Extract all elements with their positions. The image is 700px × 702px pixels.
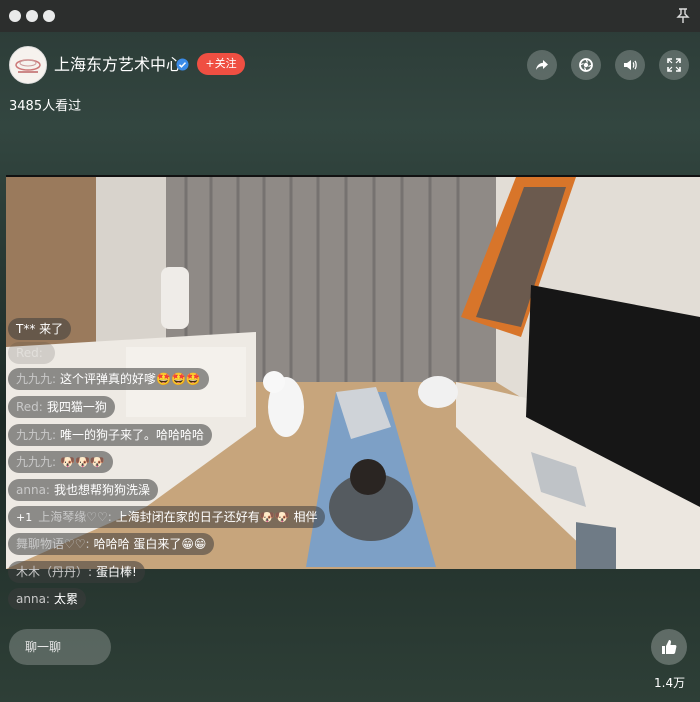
verified-badge-icon (176, 58, 189, 71)
chat-message: T** 来了 (8, 318, 72, 340)
chat-message-text: T** 来了 (16, 322, 64, 336)
chat-username: Red: (16, 400, 43, 414)
chat-message-text: 🐶🐶🐶 (60, 455, 105, 469)
chat-username: 九九九: (16, 372, 57, 386)
like-button[interactable] (651, 629, 687, 665)
chat-message-text: 我四猫一狗 (46, 400, 107, 414)
volume-button[interactable] (615, 50, 645, 80)
chat-username: 九九九: (16, 428, 57, 442)
thumbs-up-icon (662, 640, 677, 654)
share-button[interactable] (527, 50, 557, 80)
chat-message-text: 上海封闭在家的日子还好有🐶🐶 相伴 (115, 510, 318, 524)
chat-message: 九九九: 这个评弹真的好嗲🤩🤩🤩 (8, 368, 209, 390)
chat-message: 九九九: 唯一的狗子来了。哈哈哈哈 (8, 424, 213, 446)
chat-username: 上海琴缘♡♡: (38, 510, 112, 524)
chat-message: Red: 我四猫一狗 (8, 396, 115, 418)
window-titlebar (0, 0, 700, 32)
chat-username: anna: (16, 483, 50, 497)
chat-message: +1 上海琴缘♡♡: 上海封闭在家的日子还好有🐶🐶 相伴 (8, 506, 326, 528)
shutter-button[interactable] (571, 50, 601, 80)
channel-name[interactable]: 上海东方艺术中心 (54, 55, 182, 75)
chat-message-text: 蛋白棒! (96, 565, 137, 579)
chat-message-text: 我也想帮狗狗洗澡 (53, 483, 150, 497)
chat-username: anna: (16, 592, 50, 606)
shutter-icon (579, 58, 593, 72)
speaker-icon (624, 60, 637, 70)
chat-message: anna: 我也想帮狗狗洗澡 (8, 479, 158, 501)
chat-message-scrolling: Red: (8, 342, 55, 364)
zoom-window-dot[interactable] (43, 10, 55, 22)
follow-button[interactable]: +关注 (197, 53, 245, 75)
minimize-window-dot[interactable] (26, 10, 38, 22)
close-window-dot[interactable] (9, 10, 21, 22)
chat-message-text: 哈哈哈 蛋白来了😁😁 (93, 537, 207, 551)
chat-username: 木木（丹丹）: (16, 565, 93, 579)
chat-username: 舞聊物语♡♡: (16, 537, 90, 551)
fullscreen-icon (667, 58, 681, 72)
chat-message-text: 这个评弹真的好嗲🤩🤩🤩 (60, 372, 201, 386)
fullscreen-button[interactable] (659, 50, 689, 80)
chat-message: 木木（丹丹）: 蛋白棒! (8, 561, 145, 583)
pin-icon[interactable] (676, 8, 690, 24)
chat-username: 九九九: (16, 455, 57, 469)
channel-avatar[interactable] (9, 46, 47, 84)
chat-message: anna: 太累 (8, 588, 86, 610)
viewer-count: 3485人看过 (9, 99, 82, 114)
chat-message-text: 太累 (53, 592, 78, 606)
chat-message-text: 唯一的狗子来了。哈哈哈哈 (60, 428, 205, 442)
chat-user-level: +1 (16, 511, 33, 524)
chat-message: 舞聊物语♡♡: 哈哈哈 蛋白来了😁😁 (8, 533, 215, 555)
chat-message: 九九九: 🐶🐶🐶 (8, 451, 113, 473)
share-icon (536, 60, 548, 70)
like-count: 1.4万 (654, 676, 686, 690)
chat-username: Red: (16, 346, 43, 360)
chat-input[interactable]: 聊一聊 (9, 629, 111, 665)
